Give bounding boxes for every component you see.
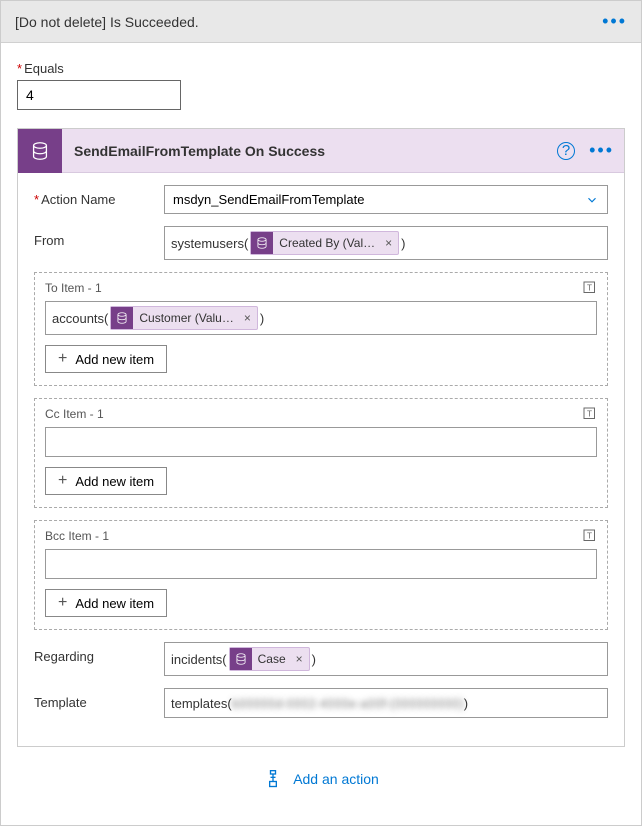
to-token-label: Customer (Valu…: [139, 311, 233, 325]
close-icon[interactable]: ×: [290, 652, 309, 666]
plus-icon: +: [58, 351, 67, 367]
regarding-token[interactable]: Case ×: [229, 647, 310, 671]
regarding-token-label: Case: [258, 652, 286, 666]
to-item-input[interactable]: accounts( Customer (Valu… × ): [45, 301, 597, 335]
to-item-label: To Item - 1: [45, 281, 597, 295]
bcc-item-group: Bcc Item - 1 T + Add new item: [34, 520, 608, 630]
regarding-suffix: ): [312, 652, 316, 667]
dataverse-icon: [230, 648, 252, 670]
to-token[interactable]: Customer (Valu… ×: [110, 306, 258, 330]
action-card-title: SendEmailFromTemplate On Success: [74, 143, 557, 159]
to-add-new-item-button[interactable]: + Add new item: [45, 345, 167, 373]
case-menu-button[interactable]: •••: [602, 11, 627, 32]
action-name-select[interactable]: msdyn_SendEmailFromTemplate: [164, 185, 608, 214]
cc-item-group: Cc Item - 1 T + Add new item: [34, 398, 608, 508]
dataverse-icon: [251, 232, 273, 254]
add-action-label: Add an action: [293, 771, 379, 787]
svg-text:T: T: [587, 531, 592, 540]
close-icon[interactable]: ×: [238, 311, 257, 325]
cc-item-input[interactable]: [45, 427, 597, 457]
from-label: From: [34, 226, 164, 248]
action-card-menu-button[interactable]: •••: [589, 140, 614, 161]
action-name-value: msdyn_SendEmailFromTemplate: [173, 192, 364, 207]
add-item-label: Add new item: [75, 352, 154, 367]
bcc-item-label: Bcc Item - 1: [45, 529, 597, 543]
regarding-row: Regarding incidents( Case × ): [34, 642, 608, 676]
cc-add-new-item-button[interactable]: + Add new item: [45, 467, 167, 495]
to-prefix: accounts(: [52, 311, 108, 326]
action-card: SendEmailFromTemplate On Success ? ••• A…: [17, 128, 625, 747]
flow-case-panel: [Do not delete] Is Succeeded. ••• Equals…: [0, 0, 642, 826]
to-suffix: ): [260, 311, 264, 326]
action-card-header[interactable]: SendEmailFromTemplate On Success ? •••: [18, 129, 624, 173]
action-name-row: Action Name msdyn_SendEmailFromTemplate: [34, 185, 608, 214]
svg-text:T: T: [587, 283, 592, 292]
svg-text:T: T: [587, 409, 592, 418]
template-suffix: ): [464, 696, 468, 711]
from-row: From systemusers( Created By (Val… ×: [34, 226, 608, 260]
chevron-down-icon: [585, 193, 599, 207]
dataverse-icon: [18, 129, 62, 173]
cc-item-label: Cc Item - 1: [45, 407, 597, 421]
from-token[interactable]: Created By (Val… ×: [250, 231, 399, 255]
bcc-add-new-item-button[interactable]: + Add new item: [45, 589, 167, 617]
template-row: Template templates( b00000d-0002-4000e-a…: [34, 688, 608, 718]
plus-icon: +: [58, 473, 67, 489]
to-item-group: To Item - 1 T accounts( Customer (Valu… …: [34, 272, 608, 386]
action-card-body: Action Name msdyn_SendEmailFromTemplate …: [18, 173, 624, 746]
template-masked-id: b00000d-0002-4000e-a00f-(000000000): [232, 696, 464, 711]
from-suffix: ): [401, 236, 405, 251]
equals-label: Equals: [17, 61, 625, 76]
template-label: Template: [34, 688, 164, 710]
from-prefix: systemusers(: [171, 236, 248, 251]
case-body: Equals SendEmailFromTemplate On Success …: [1, 43, 641, 825]
regarding-input[interactable]: incidents( Case × ): [164, 642, 608, 676]
case-header: [Do not delete] Is Succeeded. •••: [1, 1, 641, 43]
equals-input[interactable]: [17, 80, 181, 110]
regarding-label: Regarding: [34, 642, 164, 664]
add-action-icon: [263, 769, 283, 789]
from-token-label: Created By (Val…: [279, 236, 375, 250]
action-name-label: Action Name: [34, 185, 164, 207]
plus-icon: +: [58, 595, 67, 611]
regarding-prefix: incidents(: [171, 652, 227, 667]
from-input[interactable]: systemusers( Created By (Val… × ): [164, 226, 608, 260]
bcc-item-input[interactable]: [45, 549, 597, 579]
switch-mode-icon[interactable]: T: [581, 527, 599, 545]
switch-mode-icon[interactable]: T: [581, 279, 599, 297]
switch-mode-icon[interactable]: T: [581, 405, 599, 423]
add-item-label: Add new item: [75, 596, 154, 611]
template-input[interactable]: templates( b00000d-0002-4000e-a00f-(0000…: [164, 688, 608, 718]
help-icon[interactable]: ?: [557, 142, 575, 160]
case-title: [Do not delete] Is Succeeded.: [15, 14, 199, 30]
dataverse-icon: [111, 307, 133, 329]
close-icon[interactable]: ×: [379, 236, 398, 250]
add-action-button[interactable]: Add an action: [17, 747, 625, 807]
add-item-label: Add new item: [75, 474, 154, 489]
template-prefix: templates(: [171, 696, 232, 711]
